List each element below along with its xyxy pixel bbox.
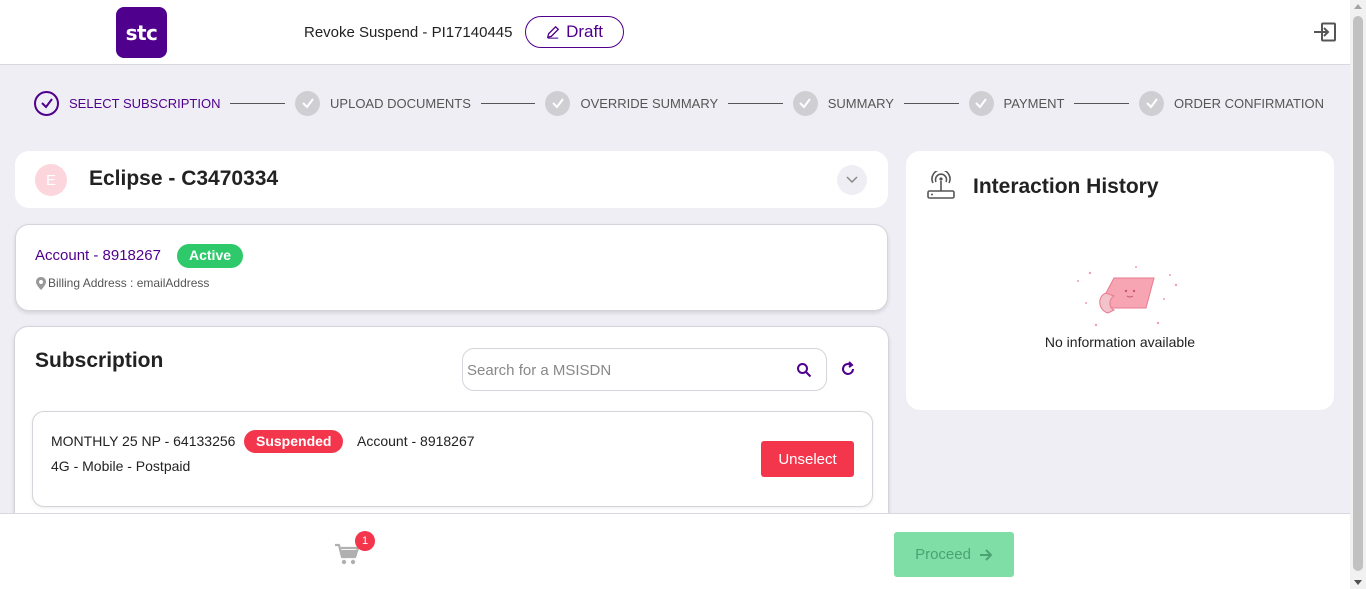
account-card[interactable]: Account - 8918267 Active Billing Address…	[15, 224, 888, 311]
stc-logo[interactable]: stc	[116, 7, 167, 58]
step-select-subscription: SELECT SUBSCRIPTION	[34, 90, 221, 116]
step-connector	[1074, 102, 1130, 104]
scroll-down-arrow-icon[interactable]	[1354, 580, 1362, 585]
step-summary: SUMMARY	[792, 90, 894, 116]
subscription-title: Subscription	[35, 349, 164, 372]
customer-avatar: E	[35, 164, 67, 196]
proceed-label: Proceed	[915, 546, 971, 563]
step-order-confirmation: ORDER CONFIRMATION	[1139, 90, 1324, 116]
step-payment: PAYMENT	[968, 90, 1065, 116]
step-connector	[728, 102, 783, 104]
customer-card: E Eclipse - C3470334	[15, 151, 888, 208]
order-stepper: SELECT SUBSCRIPTION UPLOAD DOCUMENTS OVE…	[34, 89, 1324, 117]
logout-icon[interactable]	[1313, 22, 1337, 42]
subscription-type: 4G - Mobile - Postpaid	[51, 458, 191, 474]
draft-button[interactable]: Draft	[525, 16, 624, 48]
step-override-summary: OVERRIDE SUMMARY	[545, 90, 719, 116]
step-label: UPLOAD DOCUMENTS	[330, 95, 471, 111]
search-icon[interactable]	[796, 362, 812, 378]
status-badge: Active	[177, 244, 244, 268]
expand-customer-button[interactable]	[837, 165, 867, 195]
check-circle-icon	[968, 90, 994, 116]
order-title: Revoke Suspend - PI17140445	[304, 24, 513, 41]
check-circle-icon	[545, 90, 571, 116]
router-signal-icon	[927, 171, 955, 199]
step-connector	[480, 102, 536, 104]
subscription-account: Account - 8918267	[357, 433, 475, 449]
step-connector	[230, 102, 286, 104]
check-circle-icon	[1139, 90, 1165, 116]
refresh-icon[interactable]	[840, 361, 856, 377]
pencil-icon	[546, 25, 560, 39]
draft-label: Draft	[566, 22, 603, 41]
check-circle-icon	[34, 90, 59, 116]
step-label: SELECT SUBSCRIPTION	[69, 95, 221, 111]
arrow-right-icon	[979, 548, 993, 561]
customer-name: Eclipse - C3470334	[89, 167, 279, 190]
step-upload-documents: UPLOAD DOCUMENTS	[295, 90, 471, 116]
interaction-history-title: Interaction History	[973, 175, 1159, 198]
step-label: SUMMARY	[827, 95, 894, 111]
proceed-button[interactable]: Proceed	[894, 532, 1014, 577]
subscription-item: MONTHLY 25 NP - 64133256 Suspended Accou…	[32, 411, 873, 507]
chevron-down-icon	[846, 176, 858, 184]
app-header: stc Revoke Suspend - PI17140445 Draft	[0, 0, 1350, 65]
billing-address-text: Billing Address : emailAddress	[48, 276, 210, 290]
check-circle-icon	[792, 90, 818, 116]
subscription-plan: MONTHLY 25 NP - 64133256	[51, 433, 236, 449]
empty-state-text: No information available	[1044, 334, 1196, 350]
step-label: OVERRIDE SUMMARY	[580, 95, 719, 111]
cart-count-badge: 1	[355, 531, 375, 551]
interaction-history-card: Interaction History No information avail…	[906, 151, 1334, 410]
step-connector	[903, 102, 959, 104]
step-label: PAYMENT	[1003, 95, 1065, 111]
account-title: Account - 8918267	[35, 247, 161, 264]
scroll-up-arrow-icon[interactable]	[1354, 4, 1362, 9]
empty-state-illustration	[1077, 266, 1178, 327]
status-badge: Suspended	[244, 430, 344, 453]
location-pin-icon	[36, 276, 46, 290]
page-scrollbar[interactable]	[1350, 0, 1366, 589]
scroll-thumb[interactable]	[1353, 16, 1363, 571]
check-circle-icon	[295, 90, 321, 116]
action-footer: 1 Proceed	[0, 513, 1350, 589]
unselect-button[interactable]: Unselect	[761, 441, 854, 477]
subscription-card: Subscription MONTHLY 25 NP - 64133256 Su…	[14, 326, 889, 526]
billing-address: Billing Address : emailAddress	[36, 276, 209, 290]
msisdn-search-input[interactable]	[467, 359, 787, 381]
msisdn-search-box	[462, 348, 827, 391]
step-label: ORDER CONFIRMATION	[1174, 95, 1324, 111]
